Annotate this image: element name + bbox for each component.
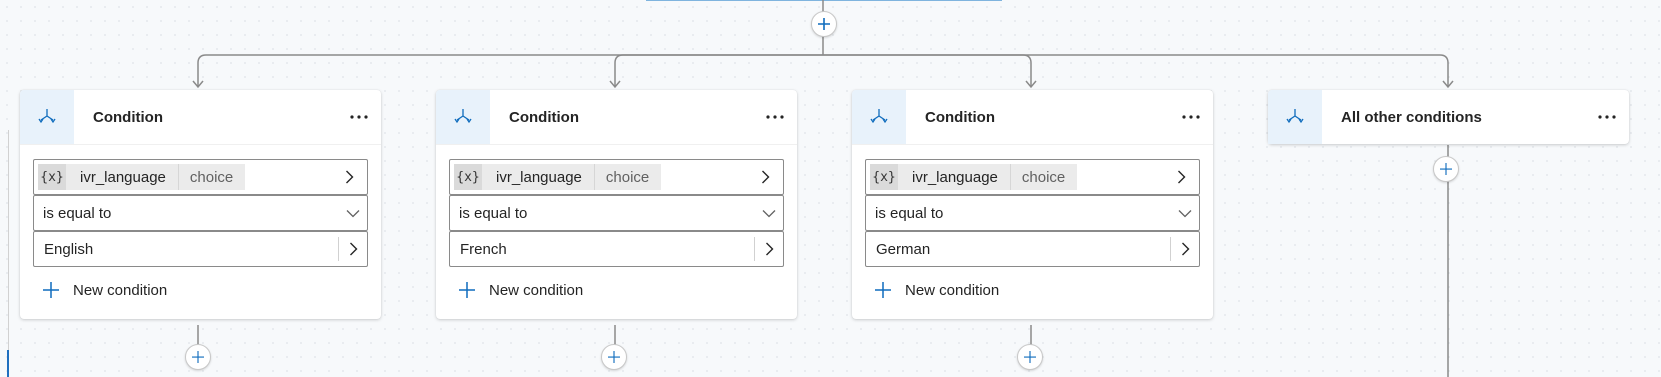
variable-type: choice (189, 168, 234, 186)
new-condition-label: New condition (489, 281, 584, 299)
card-header: Condition (852, 90, 1213, 145)
more-options-icon (766, 115, 784, 119)
plus-icon (873, 280, 893, 300)
chevron-down-icon (755, 209, 783, 218)
more-options-button[interactable] (1169, 90, 1213, 144)
add-node-button[interactable] (1433, 156, 1459, 182)
card-title: Condition (509, 108, 579, 126)
plus-icon (1024, 351, 1036, 363)
condition-value: English (44, 240, 94, 258)
operator-dropdown[interactable]: is equal to (33, 195, 368, 231)
condition-value: French (460, 240, 507, 258)
operator-dropdown[interactable]: is equal to (865, 195, 1200, 231)
variable-icon: {x} (38, 164, 66, 190)
variable-type: choice (1021, 168, 1066, 186)
more-options-icon (350, 115, 368, 119)
card-title: Condition (925, 108, 995, 126)
plus-icon (818, 18, 830, 30)
chevron-right-icon[interactable] (751, 170, 779, 184)
plus-icon (608, 351, 620, 363)
condition-body: {x} ivr_language choice is equal to German Ne… (852, 145, 1213, 319)
variable-selector[interactable]: {x} ivr_language choice (865, 159, 1200, 195)
chevron-down-icon (339, 209, 367, 218)
variable-icon: {x} (870, 164, 898, 190)
value-field[interactable]: English (33, 231, 368, 267)
chevron-down-icon (1171, 209, 1199, 218)
branch-icon (852, 90, 906, 144)
operator-value: is equal to (875, 204, 944, 222)
more-options-button[interactable] (1585, 90, 1629, 144)
add-node-button[interactable] (1017, 344, 1043, 370)
card-title: Condition (93, 108, 163, 126)
add-node-button[interactable] (601, 344, 627, 370)
card-header: Condition (436, 90, 797, 145)
card-title: All other conditions (1341, 108, 1482, 126)
branch-icon (20, 90, 74, 144)
chevron-right-icon[interactable] (339, 242, 367, 256)
plus-icon (192, 351, 204, 363)
chevron-right-icon[interactable] (335, 170, 363, 184)
plus-icon (1440, 163, 1452, 175)
variable-name: ivr_language (898, 164, 1011, 190)
new-condition-button[interactable]: New condition (865, 267, 1200, 313)
operator-dropdown[interactable]: is equal to (449, 195, 784, 231)
variable-chip: {x} ivr_language choice (454, 164, 662, 190)
condition-branch-card[interactable]: Condition {x} ivr_language choice is equal t… (852, 90, 1213, 319)
variable-selector[interactable]: {x} ivr_language choice (33, 159, 368, 195)
more-options-icon (1182, 115, 1200, 119)
add-node-button[interactable] (185, 344, 211, 370)
operator-value: is equal to (459, 204, 528, 222)
condition-body: {x} ivr_language choice is equal to French Ne… (436, 145, 797, 319)
value-field[interactable]: German (865, 231, 1200, 267)
variable-icon: {x} (454, 164, 482, 190)
branch-icon (1268, 90, 1322, 144)
operator-value: is equal to (43, 204, 112, 222)
chevron-right-icon[interactable] (755, 242, 783, 256)
more-options-icon (1598, 115, 1616, 119)
card-header: Condition (20, 90, 381, 145)
variable-chip: {x} ivr_language choice (38, 164, 246, 190)
new-condition-label: New condition (905, 281, 1000, 299)
plus-icon (457, 280, 477, 300)
new-condition-label: New condition (73, 281, 168, 299)
chevron-right-icon[interactable] (1167, 170, 1195, 184)
more-options-button[interactable] (753, 90, 797, 144)
card-header: All other conditions (1268, 90, 1629, 144)
condition-branch-card[interactable]: Condition {x} ivr_language choice is equal t… (20, 90, 381, 319)
new-condition-button[interactable]: New condition (449, 267, 784, 313)
branch-icon (436, 90, 490, 144)
chevron-right-icon[interactable] (1171, 242, 1199, 256)
condition-value: German (876, 240, 931, 258)
plus-icon (41, 280, 61, 300)
variable-chip: {x} ivr_language choice (870, 164, 1078, 190)
variable-name: ivr_language (482, 164, 595, 190)
variable-selector[interactable]: {x} ivr_language choice (449, 159, 784, 195)
value-field[interactable]: French (449, 231, 784, 267)
more-options-button[interactable] (337, 90, 381, 144)
add-node-button[interactable] (811, 11, 837, 37)
condition-branch-card[interactable]: All other conditions (1268, 90, 1629, 144)
condition-body: {x} ivr_language choice is equal to English N… (20, 145, 381, 319)
variable-type: choice (605, 168, 650, 186)
variable-name: ivr_language (66, 164, 179, 190)
new-condition-button[interactable]: New condition (33, 267, 368, 313)
condition-branch-card[interactable]: Condition {x} ivr_language choice is equal t… (436, 90, 797, 319)
